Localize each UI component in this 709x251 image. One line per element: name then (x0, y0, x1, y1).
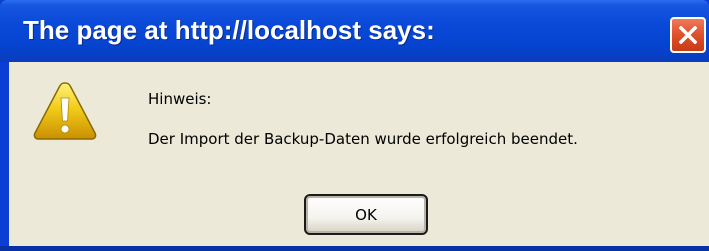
dialog-title: The page at http://localhost says: (23, 15, 435, 45)
warning-icon (33, 82, 97, 140)
dialog-body: Hinweis: Der Import der Backup-Daten wur… (9, 62, 709, 251)
alert-dialog: The page at http://localhost says: Hinwe… (0, 0, 709, 251)
close-button[interactable] (670, 17, 706, 53)
window-border (0, 246, 709, 251)
ok-button[interactable]: OK (304, 194, 428, 235)
title-bar[interactable]: The page at http://localhost says: (0, 0, 709, 62)
message-heading: Hinweis: (148, 90, 212, 108)
close-icon (679, 26, 697, 44)
message-text: Der Import der Backup-Daten wurde erfolg… (148, 130, 578, 148)
